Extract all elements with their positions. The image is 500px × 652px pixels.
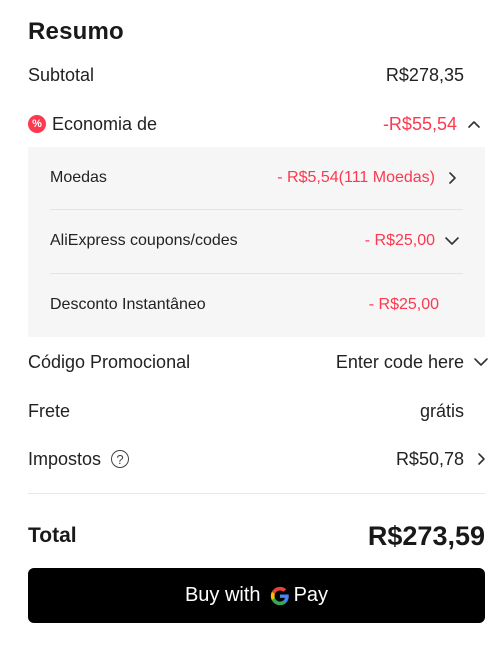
google-pay-button[interactable]: Buy with Pay — [28, 568, 485, 623]
chevron-right-icon[interactable] — [470, 448, 492, 470]
taxes-row[interactable]: Impostos ? R$50,78 — [28, 445, 492, 473]
instant-discount-value: - R$25,00 — [368, 296, 439, 313]
chevron-up-icon[interactable] — [463, 113, 485, 135]
divider — [28, 493, 485, 494]
taxes-label: Impostos — [28, 448, 102, 469]
total-label: Total — [28, 524, 77, 547]
google-pay-logo: Pay — [269, 584, 328, 607]
taxes-value: R$50,78 — [395, 448, 464, 469]
promo-code-input[interactable]: Enter code here — [336, 352, 464, 373]
summary-title: Resumo — [28, 18, 124, 45]
chevron-down-icon[interactable] — [470, 351, 492, 373]
shipping-value: grátis — [419, 400, 464, 421]
coupons-row[interactable]: AliExpress coupons/codes - R$25,00 — [50, 210, 463, 272]
shipping-row: Frete grátis — [28, 397, 464, 425]
order-summary-panel: Resumo Subtotal R$278,35 % Economia de -… — [0, 0, 500, 652]
coupons-value: - R$25,00 — [364, 232, 435, 249]
coins-value: - R$5,54(111 Moedas) — [277, 169, 435, 186]
promo-code-row[interactable]: Código Promocional Enter code here — [28, 348, 492, 376]
savings-label: Economia de — [52, 113, 158, 134]
google-g-icon — [270, 586, 289, 605]
shipping-label: Frete — [28, 400, 71, 421]
pay-brand-text: Pay — [293, 584, 329, 606]
discount-badge-icon: % — [28, 115, 46, 133]
coupons-label: AliExpress coupons/codes — [50, 232, 238, 249]
chevron-down-icon[interactable] — [441, 230, 463, 252]
subtotal-row: Subtotal R$278,35 — [28, 61, 464, 89]
chevron-right-icon[interactable] — [441, 167, 463, 189]
savings-value: -R$55,54 — [382, 113, 457, 134]
subtotal-label: Subtotal — [28, 64, 95, 85]
pay-button-prefix: Buy with — [184, 584, 261, 606]
total-row: Total R$273,59 — [28, 519, 485, 553]
instant-discount-label: Desconto Instantâneo — [50, 296, 206, 313]
help-icon[interactable]: ? — [111, 450, 130, 468]
coins-label: Moedas — [50, 169, 107, 186]
subtotal-value: R$278,35 — [385, 64, 464, 85]
total-value: R$273,59 — [367, 520, 485, 551]
coins-row[interactable]: Moedas - R$5,54(111 Moedas) — [50, 147, 463, 209]
savings-row[interactable]: % Economia de -R$55,54 — [28, 110, 485, 138]
instant-discount-row: Desconto Instantâneo - R$25,00 — [50, 274, 463, 336]
promo-code-label: Código Promocional — [28, 351, 191, 372]
savings-breakdown: Moedas - R$5,54(111 Moedas) AliExpress c… — [28, 147, 485, 337]
